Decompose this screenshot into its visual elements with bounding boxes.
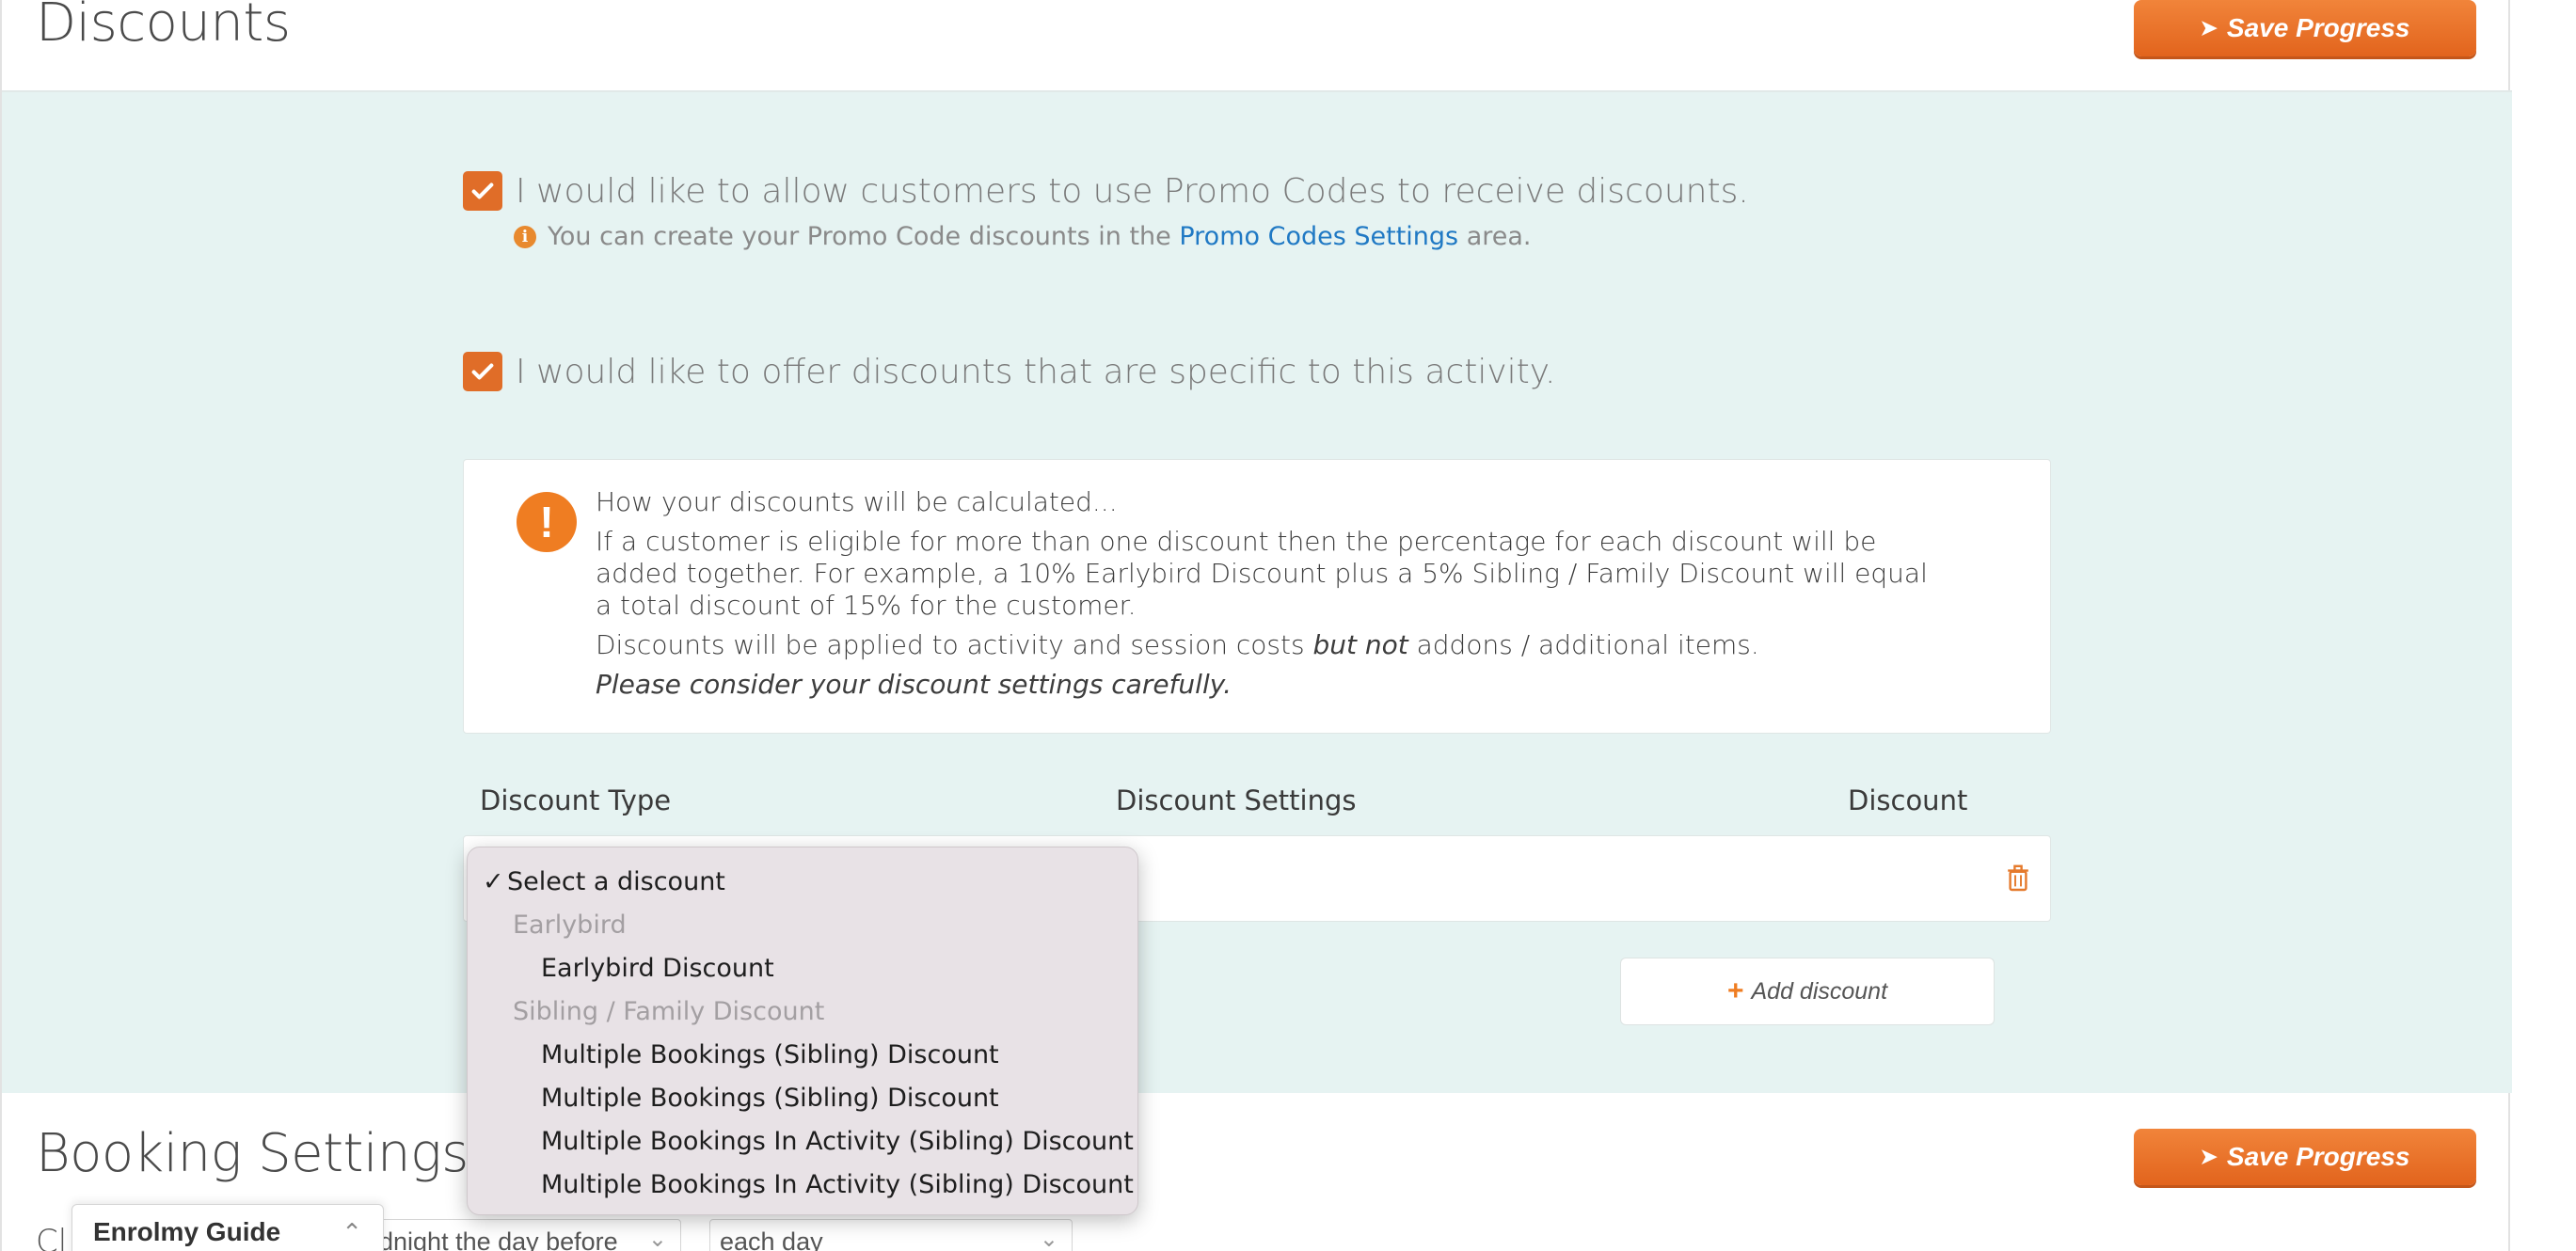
save-progress-button-top[interactable]: ➤ Save Progress (2134, 0, 2476, 56)
info-icon: i (514, 225, 536, 248)
booking-row-text: Cl (36, 1223, 68, 1251)
exclamation-icon: ! (517, 492, 577, 552)
promo-hint: i You can create your Promo Code discoun… (514, 222, 1532, 251)
promo-hint-text: You can create your Promo Code discounts… (548, 222, 1171, 251)
arrow-right-icon: ➤ (2200, 16, 2218, 40)
chevron-down-icon: ⌄ (647, 1227, 667, 1251)
closing-time-select[interactable]: dnight the day before ⌄ (359, 1219, 681, 1251)
add-discount-label: Add discount (1751, 977, 1888, 1005)
add-discount-button[interactable]: + Add discount (1620, 958, 1995, 1025)
promo-hint-after: area. (1466, 222, 1532, 251)
dropdown-option[interactable]: Multiple Bookings In Activity (Sibling) … (468, 1120, 1137, 1164)
plus-icon: + (1726, 975, 1744, 1006)
checkmark-icon (471, 363, 494, 380)
guide-label: Enrolmy Guide (93, 1217, 281, 1246)
chevron-up-icon: ⌃ (342, 1217, 362, 1246)
dropdown-option[interactable]: Earlybird Discount (468, 947, 1137, 990)
dropdown-option[interactable]: Multiple Bookings (Sibling) Discount (468, 1034, 1137, 1077)
specific-discounts-label: I would like to offer discounts that are… (516, 352, 1556, 391)
specific-discounts-checkbox[interactable] (463, 352, 502, 391)
promo-codes-checkbox[interactable] (463, 171, 502, 211)
dropdown-option[interactable]: Multiple Bookings In Activity (Sibling) … (468, 1164, 1137, 1207)
notice-heading: How your discounts will be calculated... (596, 486, 1118, 517)
dropdown-option[interactable]: Multiple Bookings (Sibling) Discount (468, 1077, 1137, 1120)
dropdown-group-label: Earlybird (513, 911, 627, 940)
col-discount-settings: Discount Settings (1116, 784, 1357, 816)
page-frame: Discounts ➤ Save Progress I would like t… (0, 0, 2512, 1251)
promo-codes-settings-link[interactable]: Promo Codes Settings (1179, 222, 1458, 251)
booking-settings-title: Booking Settings (36, 1123, 469, 1184)
col-discount: Discount (1848, 784, 1968, 816)
save-progress-label: Save Progress (2226, 13, 2410, 42)
dropdown-group-label: Sibling / Family Discount (513, 997, 825, 1026)
specific-discounts-option[interactable]: I would like to offer discounts that are… (463, 352, 1555, 391)
notice-line1: If a customer is eligible for more than … (596, 526, 1928, 621)
promo-codes-label: I would like to allow customers to use P… (516, 171, 1749, 211)
dropdown-option-selected[interactable]: ✓ Select a discount (468, 861, 1137, 904)
discounts-title: Discounts (36, 0, 291, 54)
promo-codes-option[interactable]: I would like to allow customers to use P… (463, 171, 1749, 211)
notice-line3: Please consider your discount settings c… (596, 669, 1232, 700)
chevron-down-icon: ⌄ (1039, 1227, 1058, 1251)
discount-type-dropdown[interactable]: ✓ Select a discount Earlybird Earlybird D… (467, 847, 1138, 1215)
checkmark-icon: ✓ (483, 867, 504, 896)
checkmark-icon (471, 182, 494, 199)
enrolmy-guide-widget[interactable]: Enrolmy Guide ⌃ (72, 1204, 384, 1251)
arrow-right-icon: ➤ (2200, 1145, 2218, 1168)
trash-icon[interactable] (2007, 864, 2029, 893)
save-progress-label: Save Progress (2226, 1142, 2410, 1171)
save-progress-button-bottom[interactable]: ➤ Save Progress (2134, 1129, 2476, 1185)
discount-calculation-notice: ! How your discounts will be calculated.… (463, 459, 2051, 734)
frequency-select[interactable]: each day ⌄ (709, 1219, 1073, 1251)
notice-line2: Discounts will be applied to activity an… (596, 629, 1759, 660)
col-discount-type: Discount Type (480, 784, 672, 816)
